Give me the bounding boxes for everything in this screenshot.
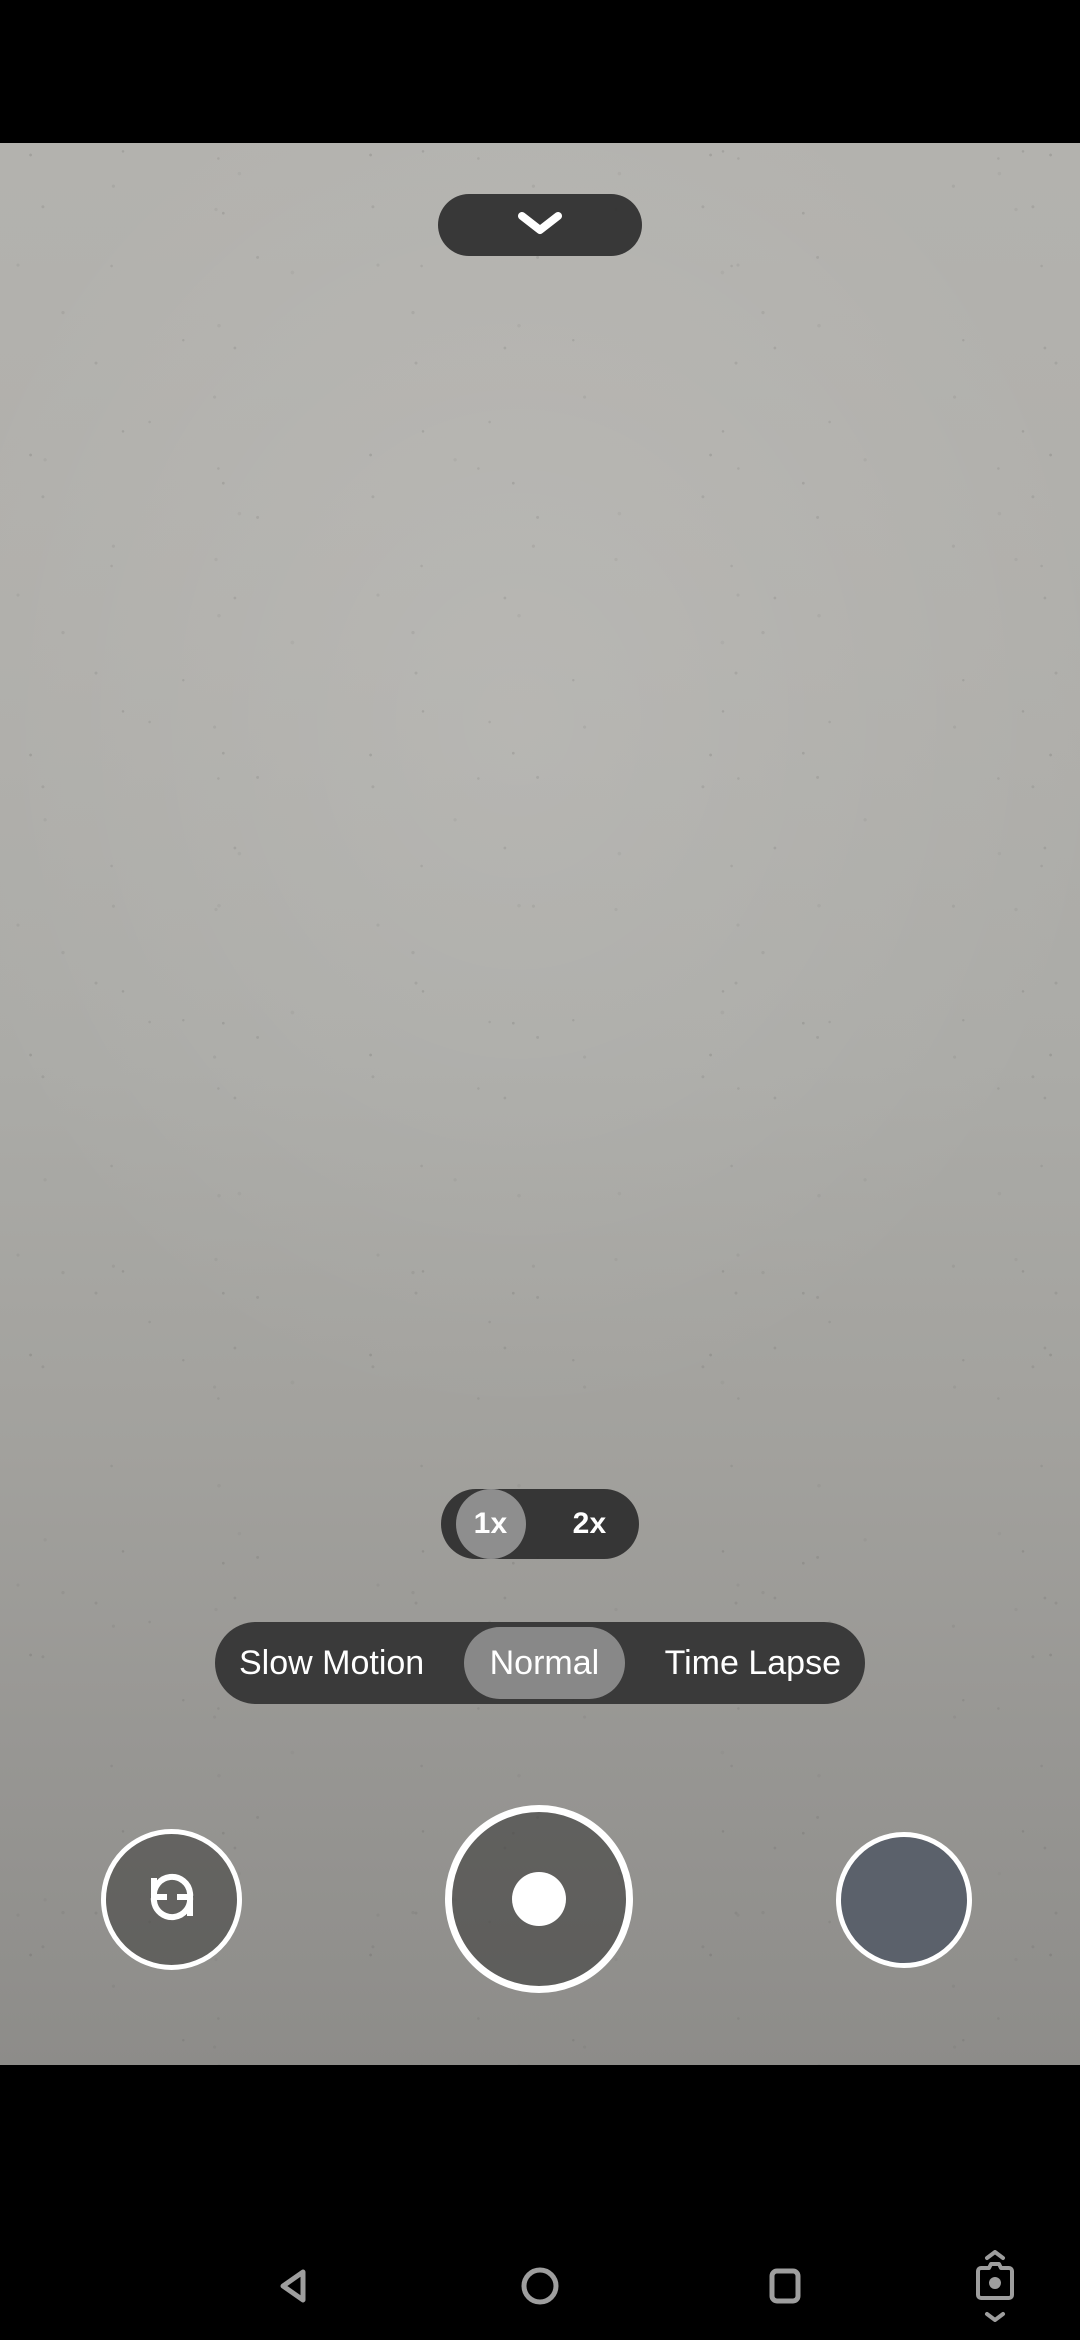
camera-viewfinder[interactable] xyxy=(0,143,1080,2065)
recents-icon xyxy=(762,2263,808,2314)
record-button-icon xyxy=(512,1872,566,1926)
zoom-option-1x[interactable]: 1x xyxy=(441,1489,540,1559)
flip-camera-button[interactable] xyxy=(101,1829,242,1970)
video-mode-slow-motion[interactable]: Slow Motion xyxy=(221,1627,442,1699)
record-button[interactable] xyxy=(445,1805,633,1993)
video-mode-time-lapse[interactable]: Time Lapse xyxy=(647,1627,859,1699)
rotate-screen-icon xyxy=(967,2249,1023,2327)
home-icon xyxy=(517,2263,563,2314)
camera-flip-icon xyxy=(134,1859,210,1940)
video-mode-selector[interactable]: Slow Motion Normal Time Lapse xyxy=(215,1622,865,1704)
nav-home-button[interactable] xyxy=(470,2236,610,2340)
collapse-settings-button[interactable] xyxy=(438,194,642,256)
zoom-option-2x[interactable]: 2x xyxy=(540,1489,639,1559)
video-mode-normal[interactable]: Normal xyxy=(463,1627,626,1699)
zoom-option-1x-label: 1x xyxy=(473,1507,508,1540)
camera-mode-bar: ht Sight Camera Video More xyxy=(0,2065,1080,2236)
gallery-thumbnail-button[interactable] xyxy=(836,1832,972,1968)
chevron-down-icon xyxy=(518,210,562,241)
viewfinder-texture-overlay xyxy=(0,143,1080,2065)
nav-back-button[interactable] xyxy=(225,2236,365,2340)
status-bar xyxy=(0,0,1080,143)
nav-recents-button[interactable] xyxy=(715,2236,855,2340)
camera-app-screen: 1x 2x Slow Motion Normal Time Lapse ht S… xyxy=(0,0,1080,2340)
zoom-level-toggle[interactable]: 1x 2x xyxy=(441,1489,639,1559)
zoom-option-2x-label: 2x xyxy=(572,1507,607,1540)
nav-rotate-screen-button[interactable] xyxy=(925,2236,1065,2340)
android-navigation-bar xyxy=(0,2236,1080,2340)
back-icon xyxy=(272,2263,318,2314)
